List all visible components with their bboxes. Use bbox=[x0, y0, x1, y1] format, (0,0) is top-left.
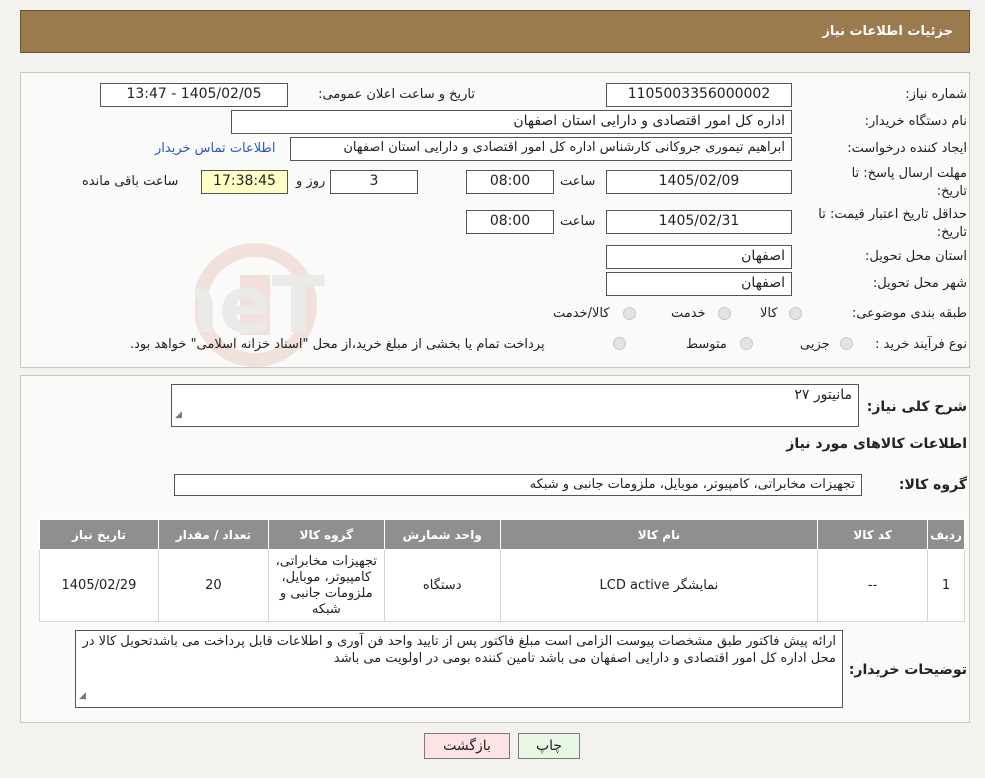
category-option-goods-service: کالا/خدمت bbox=[553, 306, 610, 321]
deadline-label: مهلت ارسال پاسخ: تا bbox=[851, 166, 967, 181]
creator-field: ابراهیم تیموری جروکانی کارشناس اداره کل … bbox=[290, 137, 792, 161]
need-number-field: 1105003356000002 bbox=[606, 83, 792, 107]
resize-grip-icon-2[interactable]: ◢ bbox=[79, 688, 86, 705]
cell-name: نمایشگر LCD active bbox=[499, 549, 819, 622]
col-header-unit: واحد شمارش bbox=[383, 519, 501, 550]
process-label: نوع فرآیند خرید : bbox=[875, 337, 967, 352]
remaining-time-field: 17:38:45 bbox=[201, 170, 288, 194]
remaining-label: ساعت باقی مانده bbox=[82, 174, 179, 189]
cell-unit: دستگاه bbox=[383, 549, 501, 622]
cell-qty: 20 bbox=[157, 549, 269, 622]
validity-time-field: 08:00 bbox=[466, 210, 554, 234]
process-option-medium: متوسط bbox=[686, 337, 727, 352]
creator-label: ایجاد کننده درخواست: bbox=[847, 141, 967, 156]
validity-label: حداقل تاریخ اعتبار قیمت: تا bbox=[818, 207, 967, 222]
deadline-label-2: تاریخ: bbox=[936, 184, 967, 199]
category-label: طبقه بندی موضوعی: bbox=[851, 306, 967, 321]
page-title: جزئیات اطلاعات نیاز bbox=[822, 24, 953, 39]
cell-row-no: 1 bbox=[927, 549, 965, 622]
validity-label-2: تاریخ: bbox=[936, 225, 967, 240]
process-checkbox-treasury[interactable] bbox=[613, 337, 626, 350]
process-option-minor: جزیی bbox=[800, 337, 830, 352]
city-field: اصفهان bbox=[606, 272, 792, 296]
deadline-time-label: ساعت bbox=[560, 174, 596, 189]
table-header-row: ردیف کد کالا نام کالا واحد شمارش گروه کا… bbox=[39, 519, 965, 550]
category-radio-goods[interactable] bbox=[789, 307, 802, 320]
col-header-date: تاریخ نیاز bbox=[39, 519, 159, 550]
category-option-service: خدمت bbox=[671, 306, 706, 321]
group-label: گروه کالا: bbox=[898, 477, 967, 493]
announce-label: تاریخ و ساعت اعلان عمومی: bbox=[318, 87, 475, 102]
province-field: اصفهان bbox=[606, 245, 792, 269]
process-note: پرداخت تمام یا بخشی از مبلغ خرید،از محل … bbox=[130, 337, 545, 352]
buyer-org-label: نام دستگاه خریدار: bbox=[864, 114, 967, 129]
col-header-name: نام کالا bbox=[499, 519, 819, 550]
cell-code: -- bbox=[817, 549, 929, 622]
items-table: ردیف کد کالا نام کالا واحد شمارش گروه کا… bbox=[39, 519, 965, 622]
process-radio-minor[interactable] bbox=[840, 337, 853, 350]
col-header-row-no: ردیف bbox=[927, 519, 965, 550]
cell-date: 1405/02/29 bbox=[39, 549, 159, 622]
announce-field: 1405/02/05 - 13:47 bbox=[100, 83, 288, 107]
category-option-goods: کالا bbox=[760, 306, 778, 321]
print-button[interactable]: چاپ bbox=[518, 733, 580, 759]
buyer-notes-text: ارائه پیش فاکتور طبق مشخصات پیوست الزامی… bbox=[82, 634, 836, 666]
days-label: روز و bbox=[296, 174, 326, 189]
buyer-notes-label: توضیحات خریدار: bbox=[848, 662, 967, 678]
summary-text: مانیتور ۲۷ bbox=[794, 387, 852, 403]
back-button[interactable]: بازگشت bbox=[424, 733, 510, 759]
summary-field: مانیتور ۲۷ ◢ bbox=[171, 384, 859, 427]
buyer-notes-field: ارائه پیش فاکتور طبق مشخصات پیوست الزامی… bbox=[75, 630, 843, 708]
days-field: 3 bbox=[330, 170, 418, 194]
page-header: جزئیات اطلاعات نیاز bbox=[20, 10, 970, 53]
city-label: شهر محل تحویل: bbox=[872, 276, 967, 291]
cell-group: تجهیزات مخابراتی، کامپیوتر، موبایل، ملزو… bbox=[267, 549, 385, 622]
deadline-date-field: 1405/02/09 bbox=[606, 170, 792, 194]
table-row[interactable]: 1 -- نمایشگر LCD active دستگاه تجهیزات م… bbox=[39, 549, 965, 622]
process-radio-medium[interactable] bbox=[740, 337, 753, 350]
summary-label: شرح کلی نیاز: bbox=[866, 399, 967, 415]
col-header-group: گروه کالا bbox=[267, 519, 385, 550]
validity-date-field: 1405/02/31 bbox=[606, 210, 792, 234]
items-title: اطلاعات کالاهای مورد نیاز bbox=[786, 436, 967, 452]
need-number-label: شماره نیاز: bbox=[905, 87, 967, 102]
buyer-org-field: اداره کل امور اقتصادی و دارایی استان اصف… bbox=[231, 110, 792, 134]
buyer-contact-link[interactable]: اطلاعات تماس خریدار bbox=[155, 141, 275, 156]
province-label: استان محل تحویل: bbox=[865, 249, 967, 264]
col-header-qty: تعداد / مقدار bbox=[157, 519, 269, 550]
group-field: تجهیزات مخابراتی، کامپیوتر، موبایل، ملزو… bbox=[174, 474, 862, 496]
validity-time-label: ساعت bbox=[560, 214, 596, 229]
category-radio-goods-service[interactable] bbox=[623, 307, 636, 320]
deadline-time-field: 08:00 bbox=[466, 170, 554, 194]
col-header-code: کد کالا bbox=[817, 519, 929, 550]
resize-grip-icon[interactable]: ◢ bbox=[175, 407, 182, 424]
category-radio-service[interactable] bbox=[718, 307, 731, 320]
